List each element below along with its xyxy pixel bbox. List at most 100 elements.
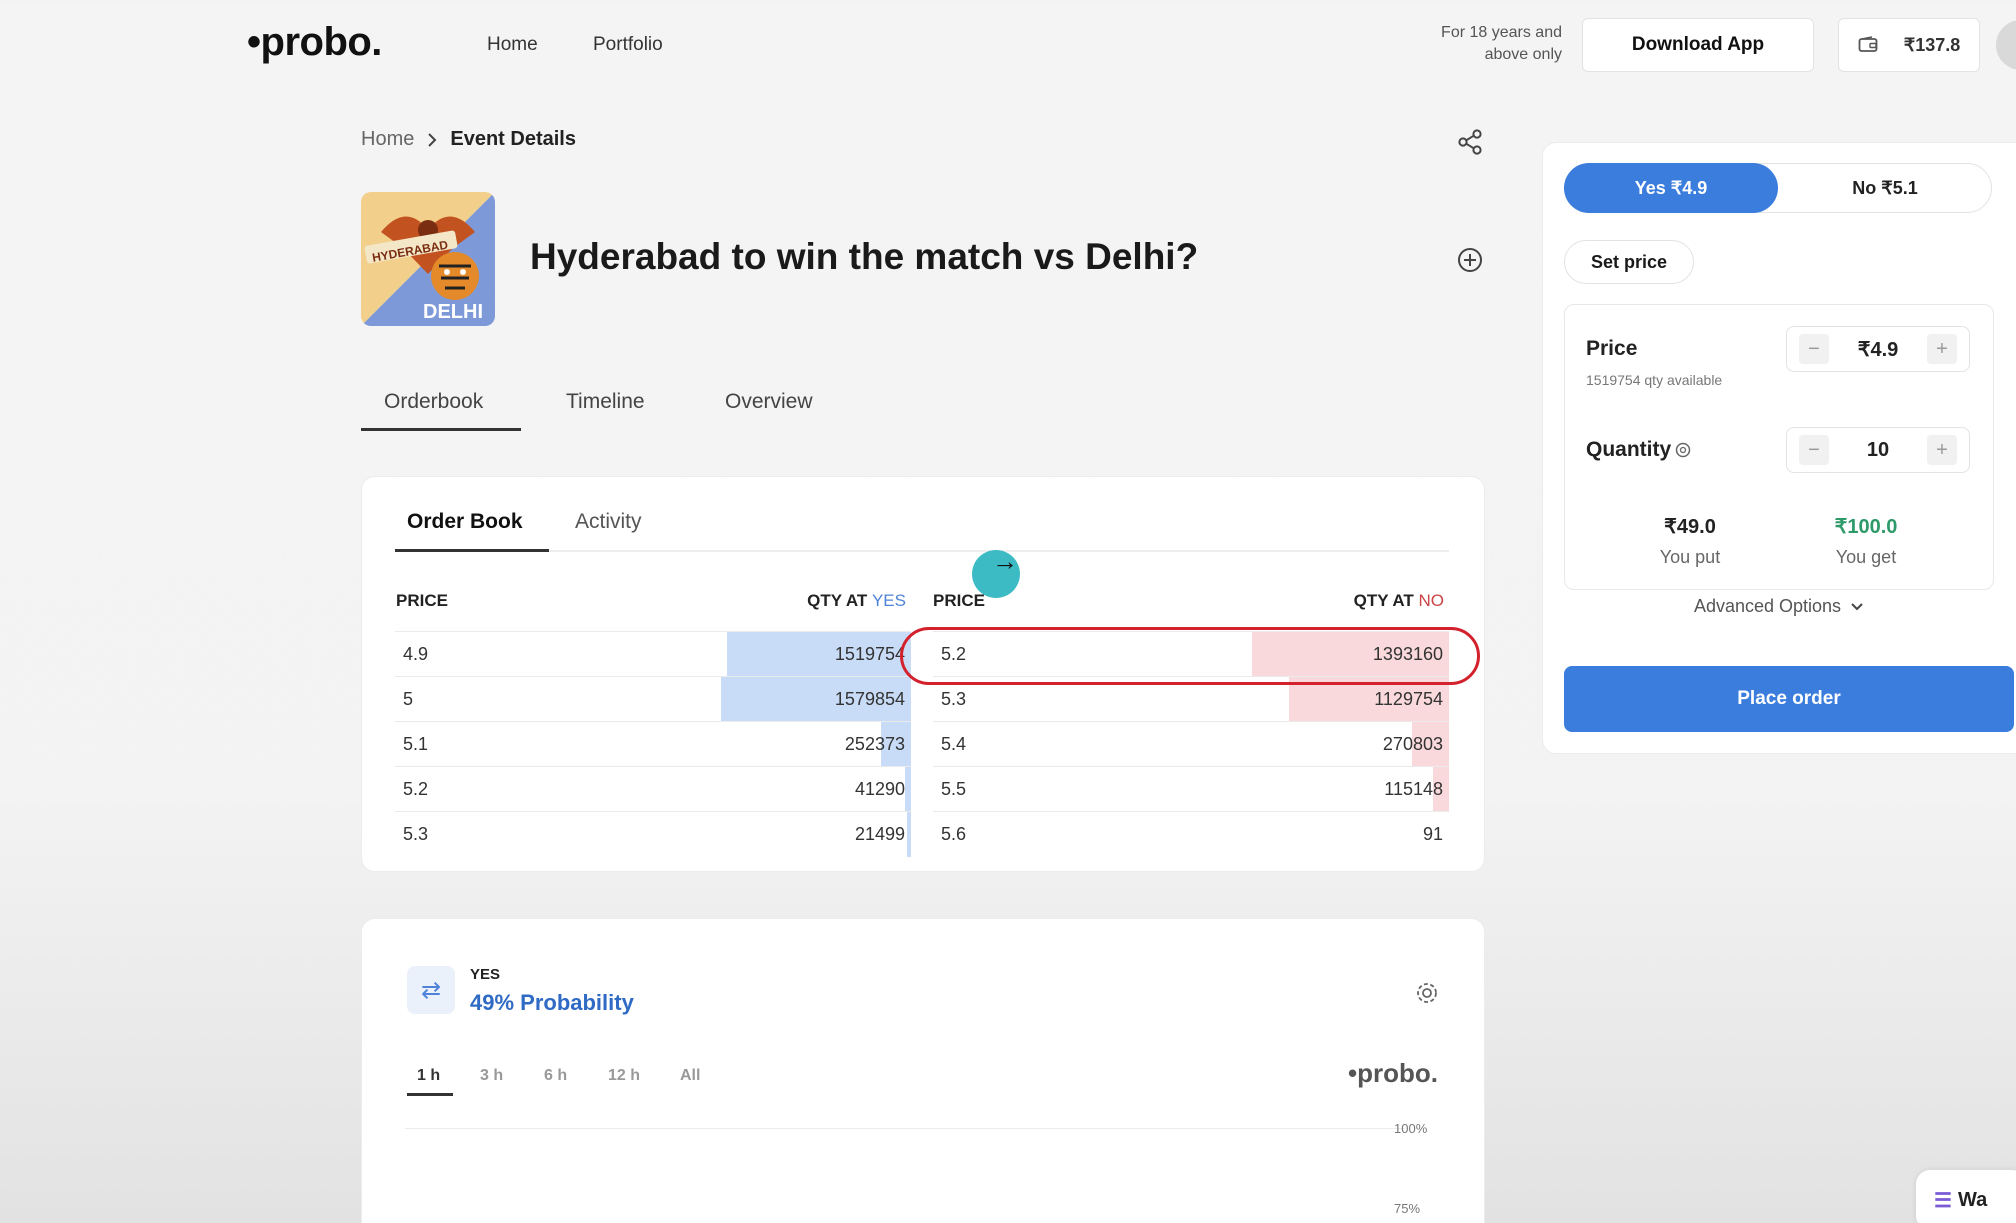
no-qty-cell: 270803: [1382, 734, 1443, 754]
whatsapp-chip[interactable]: ☰ Wa: [1916, 1170, 2016, 1223]
tab-orderbook[interactable]: Orderbook: [384, 390, 483, 414]
no-price-cell: 5.3: [941, 689, 967, 709]
info-icon[interactable]: [1675, 442, 1691, 458]
yes-price-cell: 4.9: [403, 644, 429, 664]
quantity-stepper: − 10 +: [1786, 427, 1970, 473]
yes-option-button[interactable]: Yes ₹4.9: [1564, 163, 1778, 213]
avatar[interactable]: [1996, 20, 2016, 70]
yes-price-cell: 5: [403, 689, 414, 709]
age-note: For 18 years and above only: [1441, 24, 1562, 63]
event-title: Hyderabad to win the match vs Delhi?: [530, 236, 1199, 277]
probability-value: 49% Probability: [470, 990, 634, 1015]
quantity-label: Quantity: [1586, 438, 1672, 461]
add-circle-icon[interactable]: [1456, 246, 1484, 274]
download-app-button[interactable]: Download App: [1582, 18, 1814, 72]
qty-at-label: QTY AT: [807, 591, 868, 610]
probo-logo[interactable]: •probo.: [247, 20, 382, 65]
yes-price-cell: 5.1: [403, 734, 429, 754]
qty-available: 1519754 qty available: [1586, 372, 1723, 388]
yes-qty-cell: 41290: [854, 779, 905, 799]
menu-icon: ☰: [1934, 1189, 1952, 1212]
grid-line: [405, 1128, 1405, 1129]
yes-label: YES: [871, 591, 906, 610]
yes-order-row[interactable]: 5 1579854: [395, 676, 911, 722]
wallet-icon: [1858, 36, 1878, 52]
no-price-cell: 5.6: [941, 824, 967, 844]
tab-activity[interactable]: Activity: [575, 510, 642, 534]
no-qty-cell: 115148: [1384, 779, 1443, 799]
range-3h[interactable]: 3 h: [480, 1067, 503, 1085]
no-option-button[interactable]: No ₹5.1: [1778, 163, 1992, 213]
whatsapp-chip-label: Wa: [1957, 1188, 1988, 1211]
no-label: NO: [1418, 591, 1445, 610]
decrease-quantity-button[interactable]: −: [1799, 435, 1829, 465]
gear-icon[interactable]: [1414, 980, 1440, 1006]
yes-order-row[interactable]: 5.1 252373: [395, 721, 911, 767]
orderbook-active-tab-indicator: [395, 549, 549, 552]
range-6h[interactable]: 6 h: [544, 1067, 567, 1085]
place-order-button[interactable]: Place order: [1564, 666, 2014, 732]
chart-watermark-logo: •probo.: [1348, 1058, 1438, 1088]
yes-qty-cell: 21499: [854, 824, 905, 844]
yes-order-row[interactable]: 4.9 1519754: [395, 631, 911, 677]
probability-card: [361, 918, 1485, 1223]
arrow-right-icon: →: [992, 546, 1018, 576]
yes-order-row[interactable]: 5.2 41290: [395, 766, 911, 812]
yes-qty-header: QTY AT YES: [798, 591, 906, 611]
nav-portfolio[interactable]: Portfolio: [593, 34, 663, 56]
chevron-right-icon: [428, 132, 437, 147]
you-put-label: You put: [1659, 547, 1721, 567]
range-all[interactable]: All: [680, 1067, 700, 1085]
no-order-row[interactable]: 5.4 270803: [933, 721, 1449, 767]
active-tab-indicator: [361, 428, 521, 431]
quantity-value[interactable]: 10: [1867, 439, 1889, 462]
event-image: HYDERABAD DELHI: [361, 192, 495, 326]
range-12h[interactable]: 12 h: [608, 1067, 640, 1085]
no-qty-cell: 91: [1422, 824, 1443, 844]
yes-price-header: PRICE: [396, 591, 448, 610]
axis-label-75: 75%: [1394, 1201, 1421, 1216]
breadcrumb-current: Event Details: [450, 128, 576, 150]
no-qty-cell: 1129754: [1374, 689, 1443, 709]
breadcrumb-home[interactable]: Home: [361, 128, 414, 151]
no-qty-header: QTY AT NO: [1340, 591, 1444, 611]
increase-price-button[interactable]: +: [1927, 334, 1957, 364]
yes-qty-cell: 1579854: [834, 689, 905, 709]
breadcrumb: Home Event Details: [361, 128, 576, 151]
event-image-bottom-text: DELHI: [423, 301, 483, 323]
axis-label-100: 100%: [1394, 1121, 1428, 1136]
qty-at-label: QTY AT: [1353, 591, 1414, 610]
range-1h[interactable]: 1 h: [417, 1067, 440, 1085]
no-order-row[interactable]: 5.5 115148: [933, 766, 1449, 812]
you-get-value: ₹100.0: [1834, 516, 1898, 538]
no-order-row[interactable]: 5.6 91: [933, 811, 1449, 856]
yes-order-row[interactable]: 5.3 21499: [395, 811, 911, 857]
wallet-balance: ₹137.8: [1903, 34, 1961, 55]
range-active-indicator: [407, 1093, 453, 1096]
you-get-label: You get: [1835, 547, 1897, 567]
set-price-tab[interactable]: Set price: [1564, 240, 1694, 284]
decrease-price-button[interactable]: −: [1799, 334, 1829, 364]
no-price-header: PRICE: [933, 591, 985, 610]
share-icon[interactable]: [1456, 128, 1484, 156]
you-put-value: ₹49.0: [1664, 516, 1716, 538]
nav-home[interactable]: Home: [487, 34, 538, 56]
price-value[interactable]: ₹4.9: [1858, 337, 1899, 362]
probability-side: YES: [470, 966, 501, 983]
advanced-options-label: Advanced Options: [1693, 596, 1842, 616]
chevron-down-icon: [1851, 603, 1863, 611]
tab-timeline[interactable]: Timeline: [566, 390, 645, 414]
advanced-options-toggle[interactable]: Advanced Options: [1564, 596, 1994, 617]
tab-order-book[interactable]: Order Book: [407, 510, 523, 534]
swap-icon[interactable]: ⇄: [407, 966, 455, 1014]
tab-overview[interactable]: Overview: [725, 390, 813, 414]
yes-qty-cell: 252373: [844, 734, 905, 754]
yes-price-cell: 5.2: [403, 779, 429, 799]
yes-qty-cell: 1519754: [834, 644, 905, 664]
quantity-label-group: Quantity: [1586, 438, 1691, 462]
wallet-button[interactable]: ₹137.8: [1838, 18, 1980, 72]
increase-quantity-button[interactable]: +: [1927, 435, 1957, 465]
yes-price-cell: 5.3: [403, 824, 429, 844]
orderbook-tab-divider: [395, 550, 1449, 552]
yes-depth-bar: [907, 812, 911, 857]
